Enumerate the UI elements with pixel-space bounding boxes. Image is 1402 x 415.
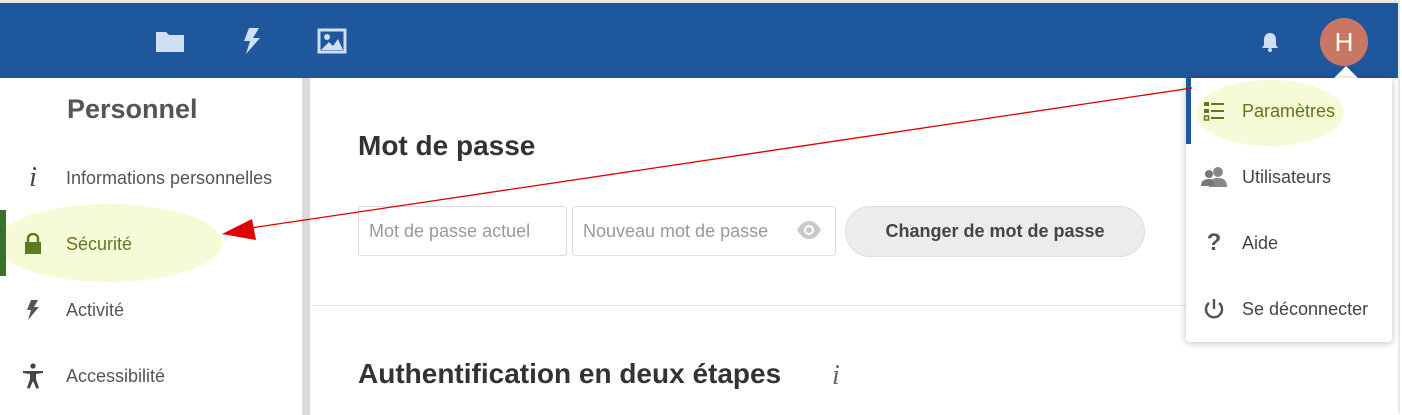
sidebar-item-label: Sécurité: [66, 233, 133, 254]
menu-caret: [1334, 66, 1358, 78]
sidebar-item-label: Activité: [66, 299, 125, 320]
menu-item-label: Aide: [1242, 232, 1279, 253]
activity-bolt-icon[interactable]: [236, 25, 268, 57]
twofa-section-title: Authentification en deux étapes: [358, 358, 782, 389]
menu-item-users[interactable]: Utilisateurs: [1186, 144, 1392, 210]
accessibility-icon: [0, 363, 66, 389]
current-password-field[interactable]: [358, 206, 567, 256]
sidebar-item-label: Informations personnelles: [66, 167, 273, 188]
show-password-eye-icon[interactable]: [796, 219, 822, 241]
section-divider: [312, 305, 1192, 306]
avatar[interactable]: H: [1320, 18, 1368, 66]
sidebar-item-personal-info[interactable]: i Informations personnelles: [0, 150, 302, 206]
users-icon: [1186, 166, 1242, 188]
bolt-icon: [0, 299, 66, 321]
help-icon: ?: [1206, 229, 1222, 256]
menu-item-help[interactable]: ? Aide: [1186, 210, 1392, 276]
info-icon: i: [29, 162, 37, 193]
lock-icon: [0, 233, 66, 255]
image-icon[interactable]: [316, 25, 348, 57]
twofa-info-icon[interactable]: i: [832, 360, 840, 392]
power-icon: [1186, 298, 1242, 320]
sidebar-item-label: Accessibilité: [66, 365, 166, 386]
sidebar-heading: Personnel: [67, 94, 198, 124]
sidebar-scroll-border: [302, 78, 310, 415]
sidebar-item-security[interactable]: Sécurité: [0, 216, 302, 272]
sidebar-item-accessibility[interactable]: Accessibilité: [0, 348, 302, 404]
folder-icon[interactable]: [154, 25, 186, 57]
menu-item-label: Se déconnecter: [1242, 298, 1369, 319]
settings-list-icon: [1186, 101, 1242, 121]
menu-item-settings[interactable]: Paramètres: [1186, 78, 1392, 144]
menu-item-logout[interactable]: Se déconnecter: [1186, 276, 1392, 342]
menu-item-label: Paramètres: [1242, 100, 1336, 121]
sidebar-item-activity[interactable]: Activité: [0, 282, 302, 338]
change-password-button[interactable]: Changer de mot de passe: [845, 206, 1145, 257]
menu-item-label: Utilisateurs: [1242, 166, 1332, 187]
top-header-bar: [0, 3, 1398, 78]
password-section-title: Mot de passe: [358, 130, 536, 161]
bell-icon[interactable]: [1258, 30, 1282, 54]
